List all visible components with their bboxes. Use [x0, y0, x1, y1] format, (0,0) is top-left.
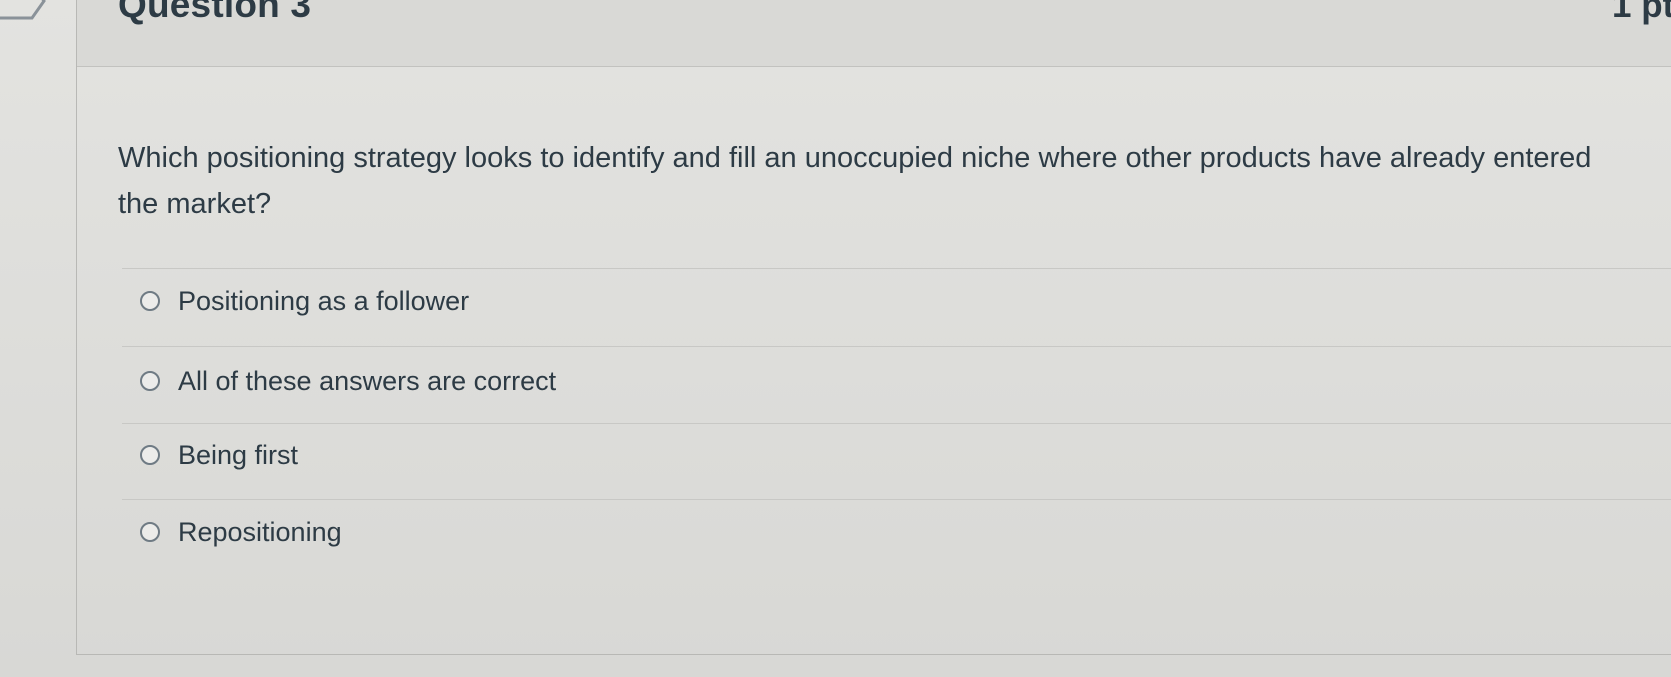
question-points: 1 pt	[1612, 0, 1671, 25]
answers-divider	[122, 268, 1671, 269]
answer-option[interactable]: Positioning as a follower	[140, 281, 469, 321]
radio-button[interactable]	[140, 371, 160, 391]
answer-option[interactable]: All of these answers are correct	[140, 361, 556, 401]
answer-label: Positioning as a follower	[178, 285, 470, 316]
flag-question-icon[interactable]	[0, 0, 48, 20]
radio-button[interactable]	[140, 291, 160, 311]
answer-label: All of these answers are correct	[178, 365, 557, 396]
question-title: Question 3	[118, 0, 312, 25]
answer-label: Being first	[178, 439, 299, 470]
answer-option[interactable]: Being first	[140, 435, 298, 475]
question-card	[76, 0, 1671, 655]
answer-divider	[122, 346, 1671, 347]
answer-option[interactable]: Repositioning	[140, 512, 342, 552]
answer-label: Repositioning	[178, 516, 342, 547]
question-text: Which positioning strategy looks to iden…	[118, 142, 1592, 220]
radio-button[interactable]	[140, 522, 160, 542]
quiz-page: Question 3 1 pt Which positioning strate…	[0, 0, 1671, 677]
answer-divider	[122, 423, 1671, 424]
answer-divider	[122, 499, 1671, 500]
radio-button[interactable]	[140, 445, 160, 465]
